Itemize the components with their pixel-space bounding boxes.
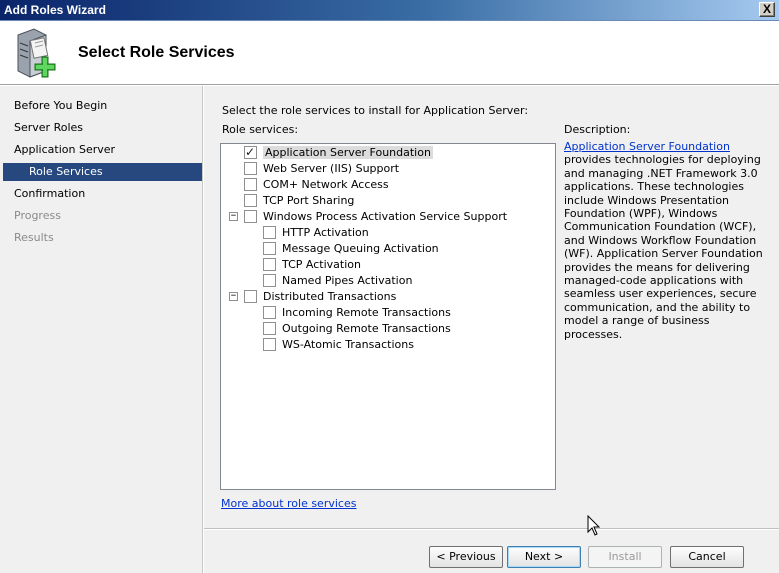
nav-item-results: Results <box>14 231 54 244</box>
checkbox[interactable] <box>263 337 276 351</box>
close-button[interactable]: X <box>759 2 775 17</box>
main-panel: Select the role services to install for … <box>204 86 779 573</box>
tree-item-outgoing-remote-transactions[interactable]: Outgoing Remote Transactions <box>263 321 451 337</box>
tree-item-tcp-activation[interactable]: TCP Activation <box>263 257 361 273</box>
tree-item-web-server-iis-support[interactable]: Web Server (IIS) Support <box>244 161 399 177</box>
description-text: Application Server Foundation provides t… <box>564 140 763 341</box>
cancel-button[interactable]: Cancel <box>670 546 744 568</box>
checkbox[interactable] <box>263 273 276 287</box>
wizard-header: Select Role Services <box>0 21 779 85</box>
checkbox[interactable] <box>244 177 257 191</box>
role-services-label: Role services: <box>222 123 299 136</box>
collapse-icon[interactable]: − <box>229 292 238 301</box>
checkbox[interactable] <box>263 305 276 319</box>
checkbox[interactable] <box>244 289 257 303</box>
collapse-icon[interactable]: − <box>229 212 238 221</box>
more-about-role-services-link[interactable]: More about role services <box>221 497 356 510</box>
tree-item-com-network-access[interactable]: COM+ Network Access <box>244 177 389 193</box>
instruction-text: Select the role services to install for … <box>222 104 529 117</box>
window-title: Add Roles Wizard <box>4 3 106 17</box>
nav-item-progress: Progress <box>14 209 61 222</box>
next-button[interactable]: Next > <box>507 546 581 568</box>
tree-item-application-server-foundation[interactable]: Application Server Foundation <box>244 144 433 161</box>
tree-item-incoming-remote-transactions[interactable]: Incoming Remote Transactions <box>263 305 451 321</box>
nav-item-before-you-begin[interactable]: Before You Begin <box>14 97 107 115</box>
checkbox[interactable] <box>263 225 276 239</box>
tree-item-tcp-port-sharing[interactable]: TCP Port Sharing <box>244 193 354 209</box>
tree-item-distributed-transactions[interactable]: Distributed Transactions <box>244 289 396 305</box>
checkbox-checked[interactable] <box>244 144 257 160</box>
checkbox[interactable] <box>244 193 257 207</box>
checkbox[interactable] <box>263 257 276 271</box>
tree-item-http-activation[interactable]: HTTP Activation <box>263 225 369 241</box>
nav-item-application-server[interactable]: Application Server <box>14 141 115 159</box>
title-bar: Add Roles Wizard X <box>0 0 779 21</box>
wizard-steps-nav: Before You Begin Server Roles Applicatio… <box>0 86 203 573</box>
close-icon: X <box>762 2 771 16</box>
tree-item-named-pipes-activation[interactable]: Named Pipes Activation <box>263 273 412 289</box>
install-button: Install <box>588 546 662 568</box>
page-title: Select Role Services <box>78 44 235 61</box>
checkbox[interactable] <box>263 321 276 335</box>
tree-item-ws-atomic-transactions[interactable]: WS-Atomic Transactions <box>263 337 414 353</box>
nav-item-confirmation[interactable]: Confirmation <box>14 185 85 203</box>
role-services-tree[interactable]: Application Server Foundation Web Server… <box>220 143 556 490</box>
footer-divider <box>204 528 779 530</box>
checkbox[interactable] <box>244 209 257 223</box>
server-add-icon <box>17 28 56 78</box>
mouse-pointer-icon <box>587 515 601 536</box>
tree-item-message-queuing-activation[interactable]: Message Queuing Activation <box>263 241 439 257</box>
checkbox[interactable] <box>244 161 257 175</box>
tree-item-windows-process-activation[interactable]: Windows Process Activation Service Suppo… <box>244 209 507 225</box>
nav-item-server-roles[interactable]: Server Roles <box>14 119 83 137</box>
checkbox[interactable] <box>263 241 276 255</box>
nav-item-role-services[interactable]: Role Services <box>3 163 202 181</box>
previous-button[interactable]: < Previous <box>429 546 503 568</box>
description-label: Description: <box>564 123 631 136</box>
description-link[interactable]: Application Server Foundation <box>564 140 730 153</box>
